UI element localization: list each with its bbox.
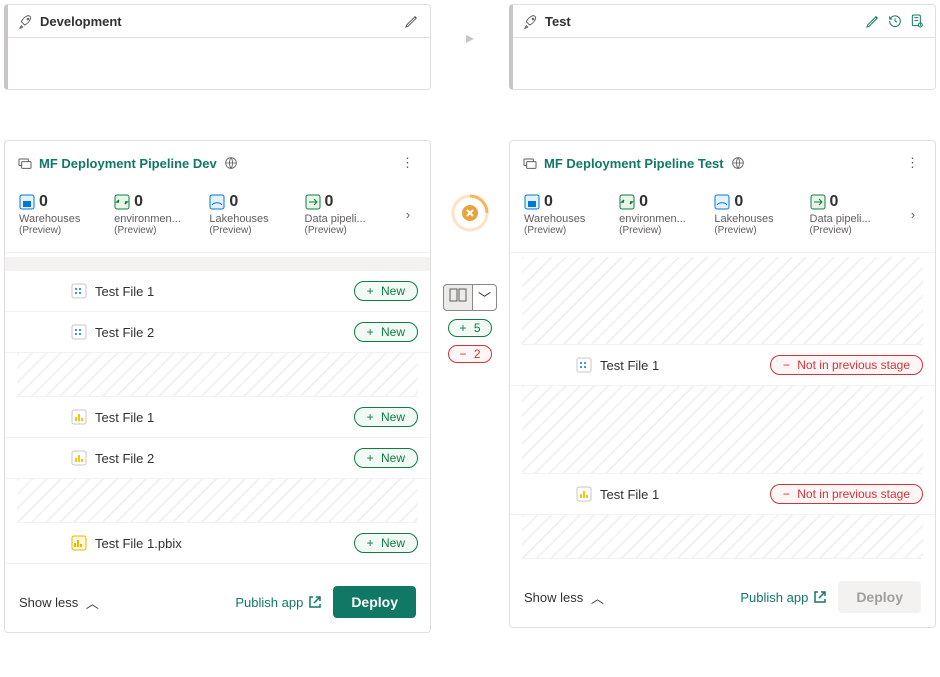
status-pill-new: + New: [354, 281, 418, 301]
added-count-badge: + 5: [448, 319, 491, 337]
compare-status-circle: [451, 194, 489, 232]
type-warehouses[interactable]: 0 Warehouses (Preview): [19, 193, 92, 236]
workspace-panel-test: MF Deployment Pipeline Test ⋮ 0 Warehous…: [509, 140, 936, 628]
dataset-icon: [576, 357, 592, 373]
globe-icon: [223, 155, 239, 171]
stage-header-development: Development: [4, 4, 431, 90]
empty-row: [17, 353, 418, 397]
show-less-toggle[interactable]: Show less ︿: [19, 593, 99, 612]
rules-icon[interactable]: [909, 13, 925, 29]
type-pipelines[interactable]: 0 Data pipeli... (Preview): [810, 193, 883, 236]
lakehouse-icon: [714, 194, 730, 210]
empty-row: [17, 479, 418, 523]
item-name: Test File 2: [95, 325, 154, 340]
warehouse-icon: [524, 194, 540, 210]
external-link-icon: [812, 589, 828, 605]
more-menu-button[interactable]: ⋮: [397, 151, 418, 175]
workspace-title: MF Deployment Pipeline Test: [544, 156, 724, 171]
publish-app-link[interactable]: Publish app: [235, 594, 323, 610]
history-icon[interactable]: [887, 13, 903, 29]
stage-header-test: Test: [509, 4, 936, 90]
pencil-icon[interactable]: [865, 13, 881, 29]
type-environments[interactable]: 0 environmen... (Preview): [114, 193, 187, 236]
pbix-icon: [71, 535, 87, 551]
chevron-down-icon[interactable]: ﹀: [473, 284, 497, 311]
empty-row: [522, 386, 923, 474]
workspace-panel-dev: MF Deployment Pipeline Dev ⋮ 0 Warehouse…: [4, 140, 431, 633]
pipeline-icon: [810, 194, 826, 210]
dataset-icon: [71, 324, 87, 340]
list-item[interactable]: Test File 1 − Not in previous stage: [510, 345, 935, 386]
item-name: Test File 1: [600, 358, 659, 373]
pipeline-icon: [305, 194, 321, 210]
item-name: Test File 2: [95, 451, 154, 466]
list-item[interactable]: Test File 2 + New: [5, 312, 430, 353]
globe-icon: [730, 155, 746, 171]
status-pill-new: + New: [354, 533, 418, 553]
type-warehouses[interactable]: 0 Warehouses (Preview): [524, 193, 597, 236]
workspace-icon: [17, 155, 33, 171]
dataset-icon: [71, 283, 87, 299]
status-pill-missing: − Not in previous stage: [770, 484, 923, 504]
status-pill-missing: − Not in previous stage: [770, 355, 923, 375]
types-next-button[interactable]: ›: [400, 201, 416, 228]
empty-row: [522, 515, 923, 559]
list-item[interactable]: Test File 1.pbix + New: [5, 523, 430, 564]
list-item[interactable]: Test File 1 + New: [5, 397, 430, 438]
stage-title: Development: [40, 14, 122, 29]
status-pill-new: + New: [354, 407, 418, 427]
workspace-icon: [522, 155, 538, 171]
type-lakehouses[interactable]: 0 Lakehouses (Preview): [714, 193, 787, 236]
status-pill-new: + New: [354, 322, 418, 342]
lakehouse-icon: [209, 194, 225, 210]
rocket-icon: [18, 13, 34, 29]
stage-title: Test: [545, 14, 571, 29]
type-pipelines[interactable]: 0 Data pipeli... (Preview): [305, 193, 378, 236]
types-next-button[interactable]: ›: [905, 201, 921, 228]
stage-arrow-icon: ▸: [466, 28, 474, 48]
publish-app-link[interactable]: Publish app: [740, 589, 828, 605]
item-name: Test File 1: [600, 487, 659, 502]
show-less-toggle[interactable]: Show less ︿: [524, 588, 604, 607]
warehouse-icon: [19, 194, 35, 210]
status-pill-new: + New: [354, 448, 418, 468]
item-name: Test File 1: [95, 284, 154, 299]
artifact-types-row: 0 Warehouses (Preview) 0 environmen... (…: [510, 185, 935, 253]
more-menu-button[interactable]: ⋮: [902, 151, 923, 175]
deploy-button: Deploy: [838, 581, 921, 613]
environment-icon: [619, 194, 635, 210]
type-environments[interactable]: 0 environmen... (Preview): [619, 193, 692, 236]
list-item[interactable]: Test File 1 + New: [5, 271, 430, 312]
removed-count-badge: − 2: [448, 345, 491, 363]
report-icon: [71, 450, 87, 466]
empty-row: [522, 257, 923, 345]
report-icon: [71, 409, 87, 425]
pencil-icon[interactable]: [404, 13, 420, 29]
list-item[interactable]: Test File 2 + New: [5, 438, 430, 479]
deploy-button[interactable]: Deploy: [333, 586, 416, 618]
artifact-types-row: 0 Warehouses (Preview) 0 environmen... (…: [5, 185, 430, 253]
compare-mode-toggle[interactable]: ﹀: [443, 284, 497, 311]
item-name: Test File 1: [95, 410, 154, 425]
workspace-title: MF Deployment Pipeline Dev: [39, 156, 217, 171]
group-header: [5, 257, 430, 271]
item-name: Test File 1.pbix: [95, 536, 182, 551]
rocket-icon: [523, 13, 539, 29]
report-icon: [576, 486, 592, 502]
type-lakehouses[interactable]: 0 Lakehouses (Preview): [209, 193, 282, 236]
external-link-icon: [307, 594, 323, 610]
list-item[interactable]: Test File 1 − Not in previous stage: [510, 474, 935, 515]
environment-icon: [114, 194, 130, 210]
compare-icon: [449, 288, 467, 302]
